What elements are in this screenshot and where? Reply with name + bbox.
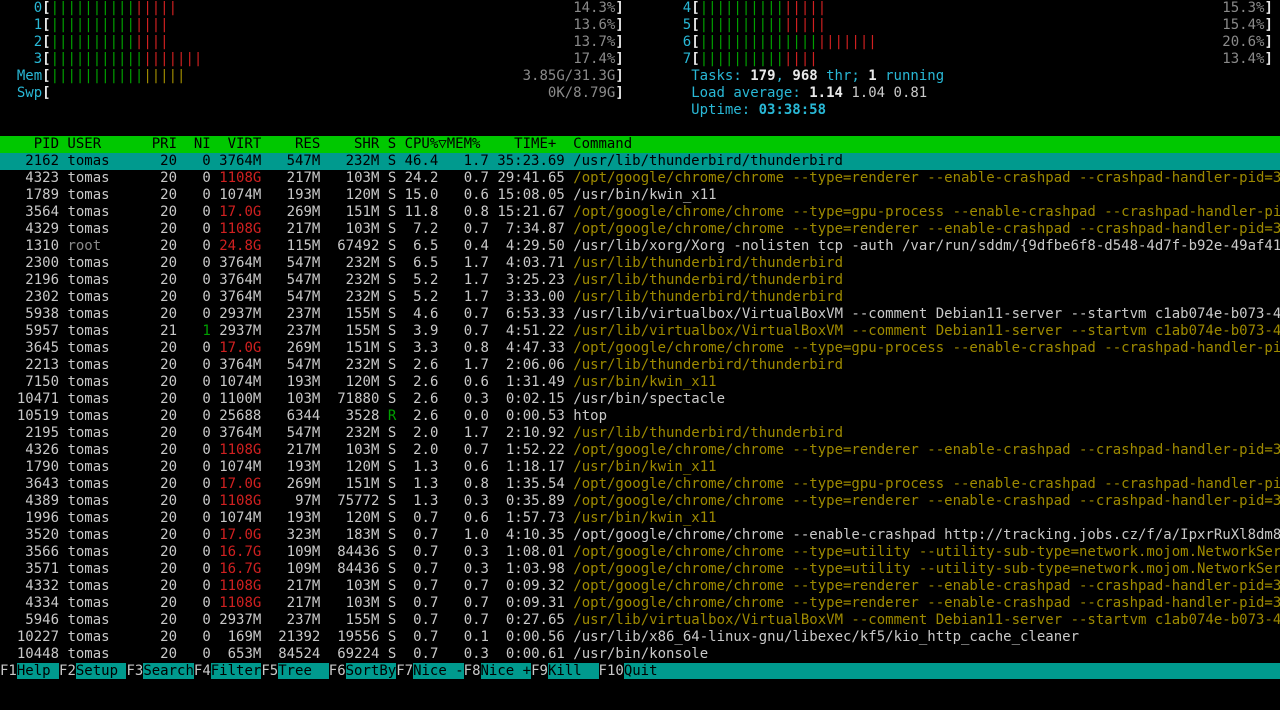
fkey-action[interactable]: Quit bbox=[624, 663, 658, 679]
table-row[interactable]: 4323 tomas 20 0 1108G 217M 103M S 24.2 0… bbox=[0, 170, 1280, 187]
table-row[interactable]: 1996 tomas 20 0 1074M 193M 120M S 0.7 0.… bbox=[0, 510, 1280, 527]
table-row-selected[interactable]: 2162 tomas 20 0 3764M 547M 232M S 46.4 1… bbox=[0, 153, 1280, 170]
table-row[interactable]: 4389 tomas 20 0 1108G 97M 75772 S 1.3 0.… bbox=[0, 493, 1280, 510]
cpu-meter-row: 2[|||||||||||||| 13.7%] 6[||||||||||||||… bbox=[0, 34, 1280, 51]
table-row[interactable]: 4329 tomas 20 0 1108G 217M 103M S 7.2 0.… bbox=[0, 221, 1280, 238]
table-row[interactable]: 4326 tomas 20 0 1108G 217M 103M S 2.0 0.… bbox=[0, 442, 1280, 459]
table-row[interactable]: 1790 tomas 20 0 1074M 193M 120M S 1.3 0.… bbox=[0, 459, 1280, 476]
fkey-action[interactable]: Setup bbox=[76, 663, 127, 679]
uptime-row: Uptime: 03:38:58 bbox=[0, 102, 1280, 119]
fkey-label: F1 bbox=[0, 663, 17, 679]
table-row[interactable]: 2300 tomas 20 0 3764M 547M 232M S 6.5 1.… bbox=[0, 255, 1280, 272]
fkey-action[interactable]: Tree bbox=[278, 663, 329, 679]
fkey-label: F7 bbox=[396, 663, 413, 679]
table-row[interactable]: 3571 tomas 20 0 16.7G 109M 84436 S 0.7 0… bbox=[0, 561, 1280, 578]
table-row[interactable]: 2195 tomas 20 0 3764M 547M 232M S 2.0 1.… bbox=[0, 425, 1280, 442]
table-row[interactable]: 5957 tomas 21 1 2937M 237M 155M S 3.9 0.… bbox=[0, 323, 1280, 340]
fkey-label: F9 bbox=[531, 663, 548, 679]
swap-meter-row: Swp[ 0K/8.79G] Load average: 1.14 1.04 0… bbox=[0, 85, 1280, 102]
cpu-meter-row: 1[|||||||||||||| 13.6%] 5[||||||||||||||… bbox=[0, 17, 1280, 34]
cpu-meter-row: 3[|||||||||||||||||| 17.4%] 7[||||||||||… bbox=[0, 51, 1280, 68]
fkey-label: F6 bbox=[329, 663, 346, 679]
table-row[interactable]: 3566 tomas 20 0 16.7G 109M 84436 S 0.7 0… bbox=[0, 544, 1280, 561]
table-row[interactable]: 4332 tomas 20 0 1108G 217M 103M S 0.7 0.… bbox=[0, 578, 1280, 595]
fkey-label: F10 bbox=[599, 663, 624, 679]
table-row[interactable]: 5946 tomas 20 0 2937M 237M 155M S 0.7 0.… bbox=[0, 612, 1280, 629]
fkey-label: F4 bbox=[194, 663, 211, 679]
fkey-label: F3 bbox=[126, 663, 143, 679]
table-row[interactable]: 1310 root 20 0 24.8G 115M 67492 S 6.5 0.… bbox=[0, 238, 1280, 255]
fkey-action[interactable]: Help bbox=[17, 663, 59, 679]
table-row[interactable]: 3645 tomas 20 0 17.0G 269M 151M S 3.3 0.… bbox=[0, 340, 1280, 357]
fkey-action[interactable]: Kill bbox=[548, 663, 599, 679]
table-row[interactable]: 2196 tomas 20 0 3764M 547M 232M S 5.2 1.… bbox=[0, 272, 1280, 289]
table-row[interactable]: 3520 tomas 20 0 17.0G 323M 183M S 0.7 1.… bbox=[0, 527, 1280, 544]
column-header[interactable]: PID USER PRI NI VIRT RES SHR S CPU%▽MEM%… bbox=[0, 136, 1280, 153]
fkey-action[interactable]: SortBy bbox=[346, 663, 397, 679]
cpu-meter-row: 0[||||||||||||||| 14.3%] 4[|||||||||||||… bbox=[0, 0, 1280, 17]
table-row[interactable]: 10227 tomas 20 0 169M 21392 19556 S 0.7 … bbox=[0, 629, 1280, 646]
fkey-label: F5 bbox=[261, 663, 278, 679]
fkey-action[interactable]: Search bbox=[143, 663, 194, 679]
table-row[interactable]: 10519 tomas 20 0 25688 6344 3528 R 2.6 0… bbox=[0, 408, 1280, 425]
table-row[interactable]: 1789 tomas 20 0 1074M 193M 120M S 15.0 0… bbox=[0, 187, 1280, 204]
fkey-label: F2 bbox=[59, 663, 76, 679]
table-row[interactable]: 4334 tomas 20 0 1108G 217M 103M S 0.7 0.… bbox=[0, 595, 1280, 612]
table-row[interactable]: 3564 tomas 20 0 17.0G 269M 151M S 11.8 0… bbox=[0, 204, 1280, 221]
fkey-action[interactable]: Nice + bbox=[481, 663, 532, 679]
table-row[interactable]: 2302 tomas 20 0 3764M 547M 232M S 5.2 1.… bbox=[0, 289, 1280, 306]
fkey-action[interactable]: Filter bbox=[211, 663, 262, 679]
table-row[interactable]: 10471 tomas 20 0 1100M 103M 71880 S 2.6 … bbox=[0, 391, 1280, 408]
table-row[interactable]: 5938 tomas 20 0 2937M 237M 155M S 4.6 0.… bbox=[0, 306, 1280, 323]
function-key-bar[interactable]: F1Help F2Setup F3SearchF4FilterF5Tree F6… bbox=[0, 663, 1280, 680]
table-row[interactable]: 2213 tomas 20 0 3764M 547M 232M S 2.6 1.… bbox=[0, 357, 1280, 374]
mem-meter-row: Mem[|||||||||||||||| 3.85G/31.3G] Tasks:… bbox=[0, 68, 1280, 85]
fkey-action[interactable]: Nice - bbox=[413, 663, 464, 679]
table-row[interactable]: 7150 tomas 20 0 1074M 193M 120M S 2.6 0.… bbox=[0, 374, 1280, 391]
fkey-label: F8 bbox=[464, 663, 481, 679]
table-row[interactable]: 10448 tomas 20 0 653M 84524 69224 S 0.7 … bbox=[0, 646, 1280, 663]
table-row[interactable]: 3643 tomas 20 0 17.0G 269M 151M S 1.3 0.… bbox=[0, 476, 1280, 493]
